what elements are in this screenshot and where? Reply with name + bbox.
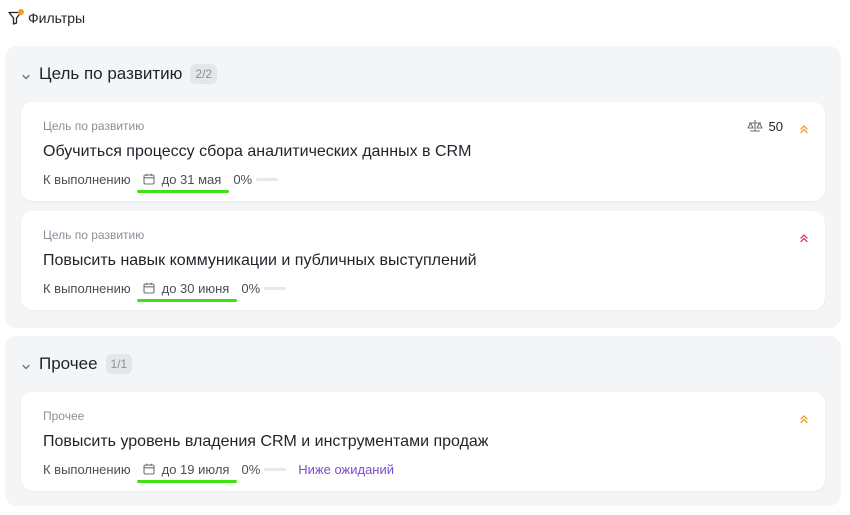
goal-card[interactable]: Прочее Повысить уровень владения CRM и и… xyxy=(21,392,825,491)
priority-medium-icon xyxy=(799,411,809,424)
goal-title: Обучиться процессу сбора аналитических д… xyxy=(43,143,472,160)
goal-meta: К выполнению до 19 июля 0% Ниже ожиданий xyxy=(43,460,395,483)
goal-deadline-text: до 30 июня xyxy=(161,280,230,296)
chevron-down-icon xyxy=(21,69,31,80)
goal-progress-text: 0% xyxy=(241,461,261,477)
goal-deadline: до 31 мая xyxy=(136,171,230,193)
goal-score: 50 xyxy=(768,118,783,134)
group-count-badge: 2/2 xyxy=(190,64,218,84)
scale-icon xyxy=(746,119,763,133)
goal-progress-bar xyxy=(264,467,287,471)
goal-title: Повысить уровень владения CRM и инструме… xyxy=(43,433,489,450)
goal-status: К выполнению xyxy=(43,461,131,477)
goal-right-block xyxy=(799,226,809,244)
goal-status: К выполнению xyxy=(43,171,131,187)
goal-right-block xyxy=(799,407,809,425)
highlight-underline xyxy=(136,189,230,193)
goal-card[interactable]: Цель по развитию Обучиться процессу сбор… xyxy=(21,102,825,201)
goal-right-block: 50 xyxy=(746,117,809,135)
group-header[interactable]: Цель по развитию 2/2 xyxy=(21,62,218,86)
goal-progress-bar xyxy=(256,177,279,181)
goal-deadline-text: до 31 мая xyxy=(161,171,222,187)
filter-active-dot xyxy=(18,9,24,15)
group-title: Прочее xyxy=(39,354,98,373)
calendar-icon xyxy=(143,282,155,294)
calendar-icon xyxy=(143,463,155,475)
group-other: Прочее 1/1 Прочее Повысить уровень владе… xyxy=(5,336,841,506)
goal-deadline: до 30 июня xyxy=(136,280,238,302)
goal-progress-bar xyxy=(264,286,287,290)
filter-icon xyxy=(8,9,24,25)
goal-meta: К выполнению до 30 июня 0% xyxy=(43,279,287,302)
filters-button[interactable]: Фильтры xyxy=(8,8,85,28)
goal-type: Цель по развитию xyxy=(43,119,145,133)
group-title: Цель по развитию xyxy=(39,64,183,83)
filters-label: Фильтры xyxy=(28,10,86,26)
highlight-underline xyxy=(136,479,238,483)
goal-type: Цель по развитию xyxy=(43,228,145,242)
group-header[interactable]: Прочее 1/1 xyxy=(21,352,133,376)
goal-deadline-text: до 19 июля xyxy=(161,461,230,477)
goal-progress-text: 0% xyxy=(241,280,261,296)
priority-high-icon xyxy=(799,230,809,243)
goal-assessment-note: Ниже ожиданий xyxy=(298,461,395,477)
group-development-goals: Цель по развитию 2/2 Цель по развитию Об… xyxy=(5,46,841,328)
goal-card[interactable]: Цель по развитию Повысить навык коммуник… xyxy=(21,211,825,310)
goal-deadline: до 19 июля xyxy=(136,461,238,483)
highlight-underline xyxy=(136,298,238,302)
priority-medium-icon xyxy=(799,121,809,134)
chevron-down-icon xyxy=(21,359,31,370)
calendar-icon xyxy=(143,173,155,185)
goal-type: Прочее xyxy=(43,409,85,423)
goal-meta: К выполнению до 31 мая 0% xyxy=(43,170,279,193)
goal-progress-text: 0% xyxy=(233,171,253,187)
group-count-badge: 1/1 xyxy=(105,354,133,374)
goal-title: Повысить навык коммуникации и публичных … xyxy=(43,252,477,269)
goal-status: К выполнению xyxy=(43,280,131,296)
